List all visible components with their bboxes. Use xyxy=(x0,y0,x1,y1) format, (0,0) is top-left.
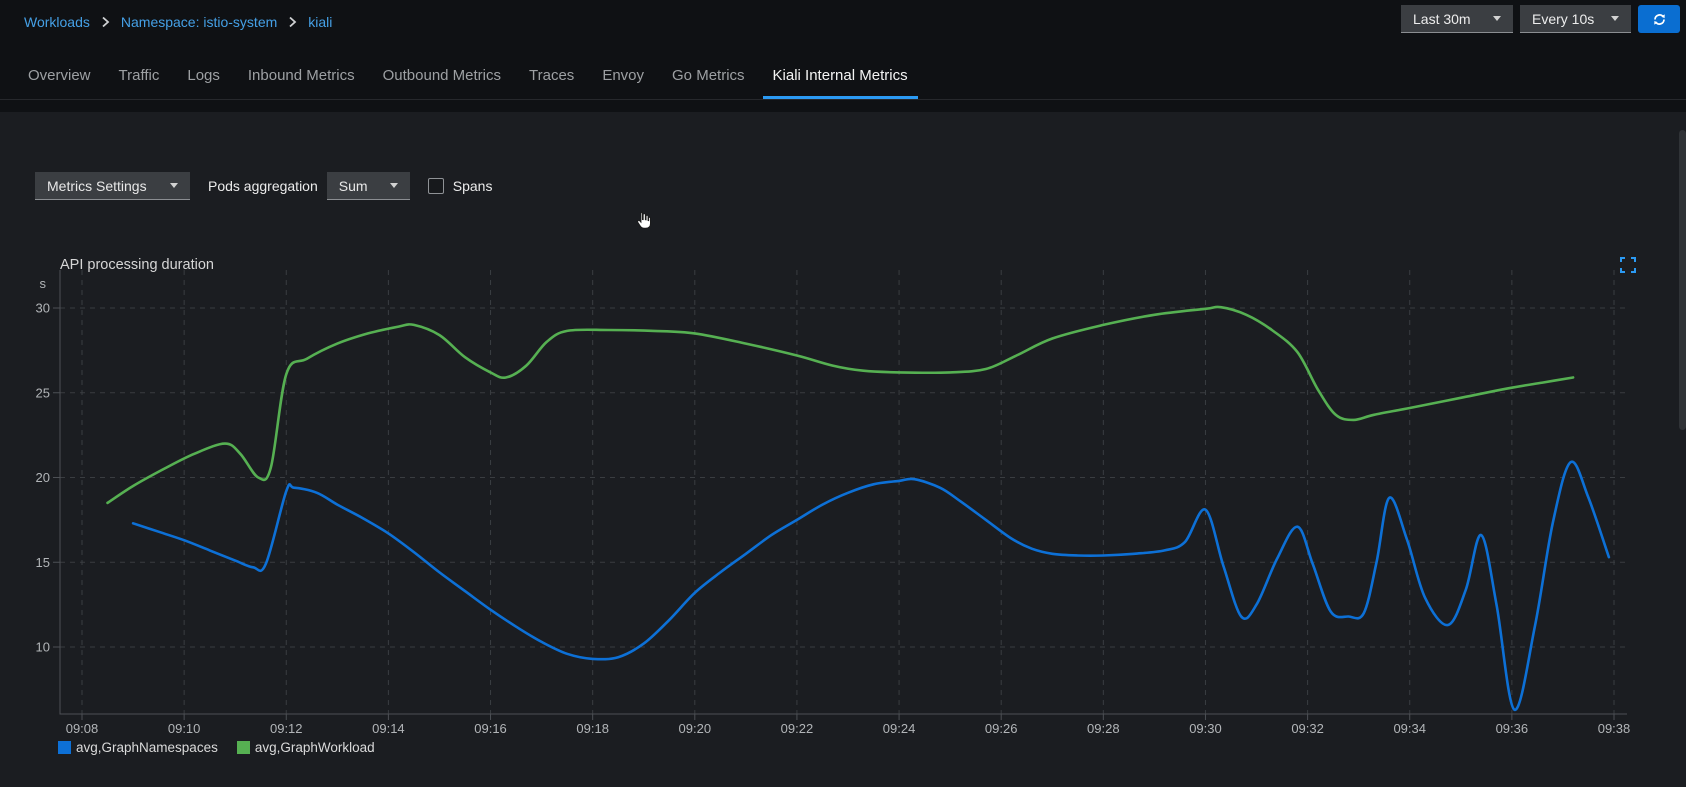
tab-outbound-metrics[interactable]: Outbound Metrics xyxy=(373,67,511,99)
legend-item-avg-graphworkload[interactable]: avg,GraphWorkload xyxy=(237,740,375,755)
legend-label: avg,GraphNamespaces xyxy=(76,740,218,755)
chevron-right-icon xyxy=(288,16,297,28)
pods-aggregation-label: Pods aggregation xyxy=(208,178,318,194)
metrics-settings-dropdown[interactable]: Metrics Settings xyxy=(35,172,190,200)
aggregation-dropdown[interactable]: Sum xyxy=(327,172,410,200)
tab-kiali-internal-metrics[interactable]: Kiali Internal Metrics xyxy=(763,67,918,99)
spans-label: Spans xyxy=(453,178,493,194)
expand-icon xyxy=(1620,257,1636,273)
caret-down-icon xyxy=(1493,16,1501,21)
chart-legend: avg,GraphNamespaces avg,GraphWorkload xyxy=(58,740,375,755)
legend-square-icon xyxy=(58,741,71,754)
refresh-button[interactable] xyxy=(1638,5,1680,33)
chart-title: API processing duration xyxy=(60,257,214,273)
chevron-right-icon xyxy=(101,16,110,28)
metrics-settings-label: Metrics Settings xyxy=(47,178,147,194)
duration-dropdown[interactable]: Last 30m xyxy=(1401,5,1513,33)
scrollbar[interactable] xyxy=(1679,130,1686,430)
tab-go-metrics[interactable]: Go Metrics xyxy=(662,67,755,99)
time-controls: Last 30m Every 10s xyxy=(1401,5,1680,33)
aggregation-value: Sum xyxy=(339,178,368,194)
refresh-interval-value: Every 10s xyxy=(1532,11,1594,27)
duration-value: Last 30m xyxy=(1413,11,1471,27)
breadcrumb: Workloads Namespace: istio-system kiali xyxy=(24,0,332,44)
breadcrumb-link-namespace-istio-system[interactable]: Namespace: istio-system xyxy=(121,14,277,30)
expand-chart-button[interactable] xyxy=(1620,257,1636,273)
tab-traffic[interactable]: Traffic xyxy=(109,67,170,99)
tab-traces[interactable]: Traces xyxy=(519,67,584,99)
tab-inbound-metrics[interactable]: Inbound Metrics xyxy=(238,67,365,99)
tab-envoy[interactable]: Envoy xyxy=(592,67,654,99)
breadcrumb-link-kiali[interactable]: kiali xyxy=(308,14,332,30)
breadcrumb-link-workloads[interactable]: Workloads xyxy=(24,14,90,30)
caret-down-icon xyxy=(390,183,398,188)
caret-down-icon xyxy=(170,183,178,188)
refresh-interval-dropdown[interactable]: Every 10s xyxy=(1520,5,1631,33)
spans-checkbox[interactable] xyxy=(428,178,444,194)
caret-down-icon xyxy=(1611,16,1619,21)
sync-icon xyxy=(1652,12,1667,27)
legend-item-avg-graphnamespaces[interactable]: avg,GraphNamespaces xyxy=(58,740,218,755)
legend-square-icon xyxy=(237,741,250,754)
legend-label: avg,GraphWorkload xyxy=(255,740,375,755)
tab-overview[interactable]: Overview xyxy=(18,67,101,99)
tab-bar: OverviewTrafficLogsInbound MetricsOutbou… xyxy=(0,44,1686,100)
metrics-toolbar: Metrics Settings Pods aggregation Sum Sp… xyxy=(35,172,492,200)
tab-logs[interactable]: Logs xyxy=(177,67,230,99)
breadcrumb-bar: Workloads Namespace: istio-system kiali La… xyxy=(0,0,1686,44)
content-panel xyxy=(0,112,1686,787)
